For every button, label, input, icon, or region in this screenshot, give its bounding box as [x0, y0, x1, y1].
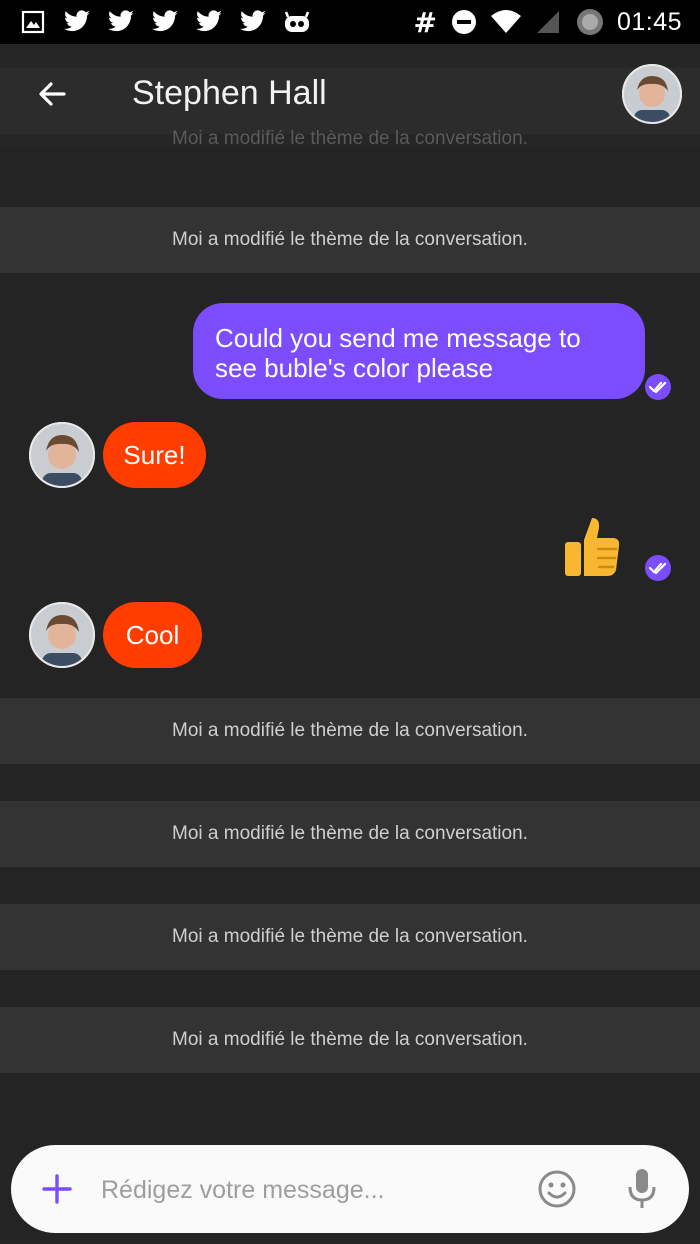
- arrow-back-icon: [39, 82, 66, 106]
- twitter-icon: [150, 7, 180, 37]
- emoji-button[interactable]: [537, 1169, 577, 1209]
- system-message: Moi a modifié le thème de la conversatio…: [0, 207, 700, 273]
- sender-avatar[interactable]: [29, 422, 95, 488]
- system-icons: # 01:45: [413, 6, 682, 39]
- signal-icon: [533, 7, 563, 37]
- chat-title: Stephen Hall: [132, 74, 327, 112]
- microphone-icon: [628, 1169, 656, 1208]
- twitter-icon: [106, 7, 136, 37]
- attach-button[interactable]: [39, 1171, 75, 1207]
- system-message: Moi a modifié le thème de la conversatio…: [0, 904, 700, 970]
- emoji-icon: [538, 1170, 576, 1208]
- twitter-icon: [62, 7, 92, 37]
- sender-avatar[interactable]: [29, 602, 95, 668]
- status-time: 01:45: [616, 7, 682, 36]
- wifi-icon: [490, 7, 521, 37]
- battery-icon: [575, 7, 605, 37]
- message-input[interactable]: [99, 1163, 523, 1217]
- system-message: Moi a modifié le thème de la conversatio…: [0, 698, 700, 764]
- gallery-icon: [18, 7, 48, 37]
- hash-icon: #: [413, 5, 437, 39]
- plus-icon: [42, 1174, 72, 1204]
- status-bar: # 01:45: [0, 0, 700, 44]
- notification-icons: [18, 7, 312, 37]
- thumbs-up-icon[interactable]: [562, 514, 622, 580]
- read-receipt-icon: [645, 555, 671, 581]
- back-button[interactable]: [30, 72, 74, 116]
- dnd-icon: [449, 7, 479, 37]
- system-message: Moi a modifié le thème de la conversatio…: [0, 801, 700, 867]
- incoming-message-bubble[interactable]: Cool: [103, 602, 202, 668]
- outgoing-message-bubble[interactable]: Could you send me message to see buble's…: [193, 303, 645, 399]
- message-composer: [11, 1145, 689, 1233]
- ghost-band: [0, 68, 700, 134]
- twitter-icon: [238, 7, 268, 37]
- cyanogen-icon: [282, 7, 312, 37]
- system-message: Moi a modifié le thème de la conversatio…: [0, 1007, 700, 1073]
- app-bar: Moi a modifié le thème de la conversatio…: [0, 44, 700, 148]
- ghost-system-message: Moi a modifié le thème de la conversatio…: [172, 128, 528, 148]
- read-receipt-icon: [645, 374, 671, 400]
- contact-avatar[interactable]: [622, 64, 682, 124]
- twitter-icon: [194, 7, 224, 37]
- incoming-message-bubble[interactable]: Sure!: [103, 422, 206, 488]
- voice-button[interactable]: [625, 1167, 659, 1211]
